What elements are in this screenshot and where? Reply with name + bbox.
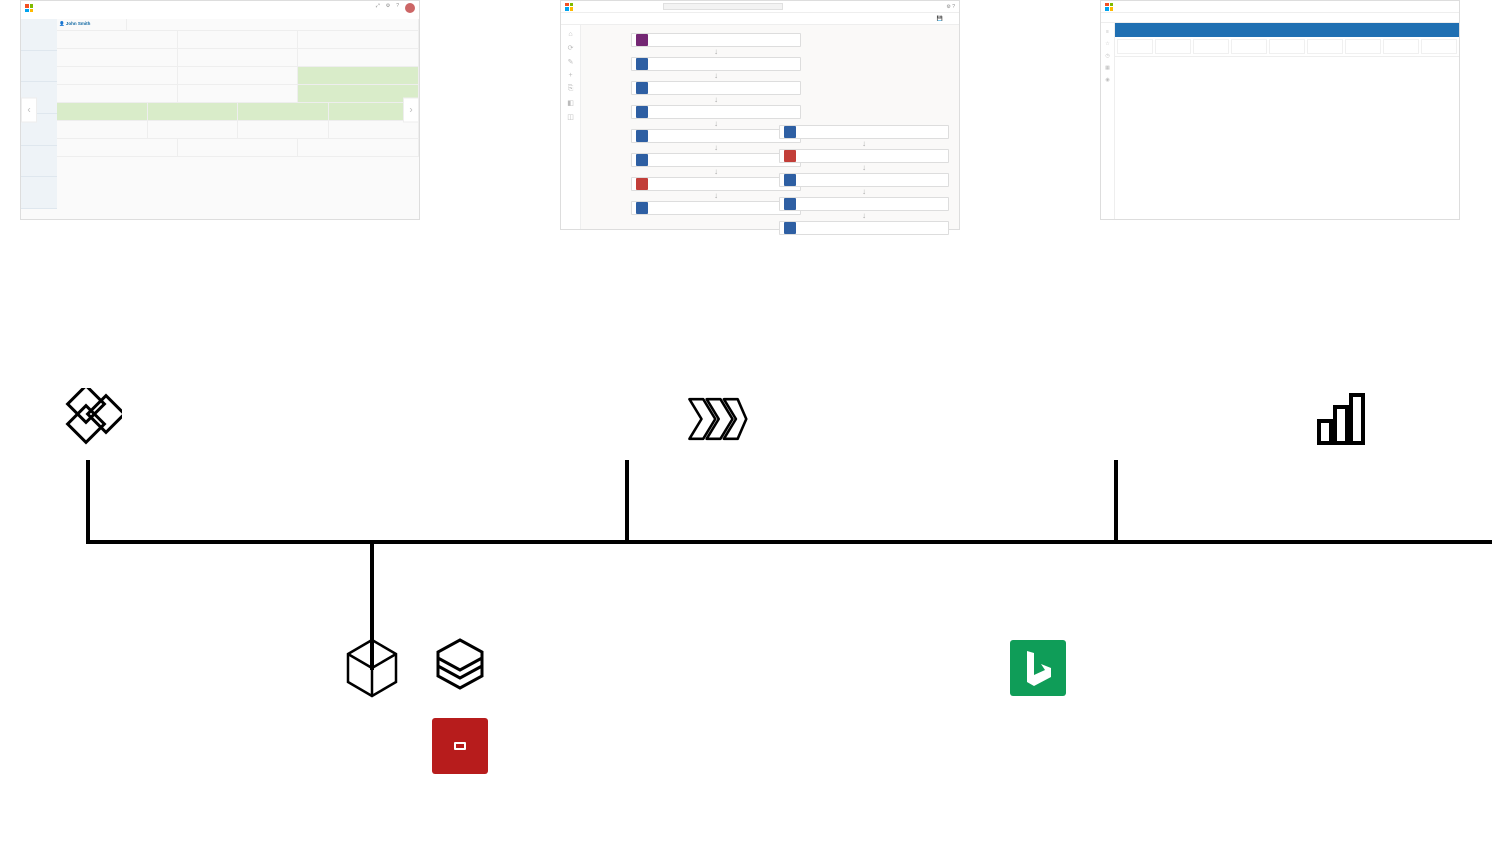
flow-step — [631, 177, 801, 191]
mid-powerapps — [60, 388, 140, 450]
lead-cell — [238, 103, 329, 120]
pri-cell — [57, 85, 178, 102]
pri-cell — [57, 67, 178, 84]
startup-cell — [57, 121, 148, 138]
powerapps-icon — [60, 388, 122, 450]
chevron-right-icon: › — [403, 98, 419, 123]
flow-branch-column: ↓ ↓ ↓ ↓ — [779, 125, 949, 235]
pri-cell — [298, 85, 419, 102]
flow-left-rail: ⌂⟳✎+⎘◧◫ — [561, 25, 581, 229]
pa-left-label — [21, 19, 57, 51]
powerapps-screenshot: ⤢⚙? 👤 John Smith — [20, 0, 420, 220]
flow-step — [779, 221, 949, 235]
startup-cell — [238, 121, 329, 138]
gateway-left-list — [432, 636, 510, 774]
startup-cell — [329, 121, 420, 138]
flow-step — [779, 197, 949, 211]
flow-step — [779, 125, 949, 139]
flow-step — [779, 149, 949, 163]
flow-step — [631, 57, 801, 71]
microsoft-logo-icon — [25, 4, 33, 12]
sql-row — [432, 718, 510, 774]
pri-cell — [178, 67, 299, 84]
cds-icon — [432, 636, 488, 692]
flow-step — [631, 81, 801, 95]
architecture-top-row: ⤢⚙? 👤 John Smith — [0, 0, 1492, 236]
eng-cell — [57, 139, 178, 156]
flow-step — [631, 105, 801, 119]
chevron-left-icon: ‹ — [21, 98, 37, 123]
flow-step — [631, 33, 801, 47]
pa-left-label — [21, 146, 57, 178]
pa-left-label — [21, 51, 57, 83]
pbi-left-rail: ≡☆◷▦◉ — [1101, 23, 1115, 219]
flow-main-column: ↓ ↓ ↓ ↓ ↓ ↓ ↓ — [631, 33, 801, 215]
pbi-report-title — [1115, 23, 1459, 37]
lead-cell — [57, 103, 148, 120]
connector-line — [86, 460, 90, 540]
connector-line — [86, 540, 1492, 544]
flow-step — [631, 153, 801, 167]
pbi-screenshot: ≡☆◷▦◉ — [1100, 0, 1460, 220]
gateway-cube-icon — [344, 636, 400, 700]
flows-icon — [686, 388, 748, 450]
cds-row — [432, 636, 510, 692]
pa-left-label — [21, 177, 57, 209]
pbi-filter-row — [1115, 37, 1459, 57]
powerapps-thumb-block: ⤢⚙? 👤 John Smith — [20, 0, 420, 232]
flow-screenshot: ⚙ ? 💾 ⌂⟳✎+⎘◧◫ ↓ ↓ ↓ ↓ — [560, 0, 960, 230]
microsoft-logo-icon — [565, 3, 573, 11]
microsoft-logo-icon — [1105, 3, 1113, 11]
eng-cell — [178, 139, 299, 156]
pri-cell — [298, 67, 419, 84]
bing-icon — [1010, 640, 1066, 696]
obj-cell — [298, 31, 419, 48]
mid-pbi — [1312, 388, 1392, 450]
lead-cell — [148, 103, 239, 120]
flow-step — [779, 173, 949, 187]
pbi-thumb-block: ≡☆◷▦◉ — [1100, 0, 1460, 226]
obj-cell — [178, 31, 299, 48]
powerbi-icon — [1312, 388, 1374, 450]
flow-thumb-block: ⚙ ? 💾 ⌂⟳✎+⎘◧◫ ↓ ↓ ↓ ↓ — [560, 0, 960, 236]
connector-line — [1114, 460, 1118, 540]
flow-step — [631, 201, 801, 215]
obj-cell — [57, 49, 178, 66]
mid-flows — [686, 388, 766, 450]
eng-cell — [298, 139, 419, 156]
flow-step — [631, 129, 801, 143]
bing-row — [1010, 640, 1088, 696]
startup-cell — [148, 121, 239, 138]
mid-icon-row — [0, 388, 1492, 450]
mission-tag — [127, 19, 419, 30]
obj-cell — [298, 49, 419, 66]
connector-line — [625, 460, 629, 540]
sql-icon — [432, 718, 488, 774]
obj-cell — [57, 31, 178, 48]
flow-searchbox — [663, 3, 783, 10]
pri-cell — [178, 85, 299, 102]
obj-cell — [178, 49, 299, 66]
